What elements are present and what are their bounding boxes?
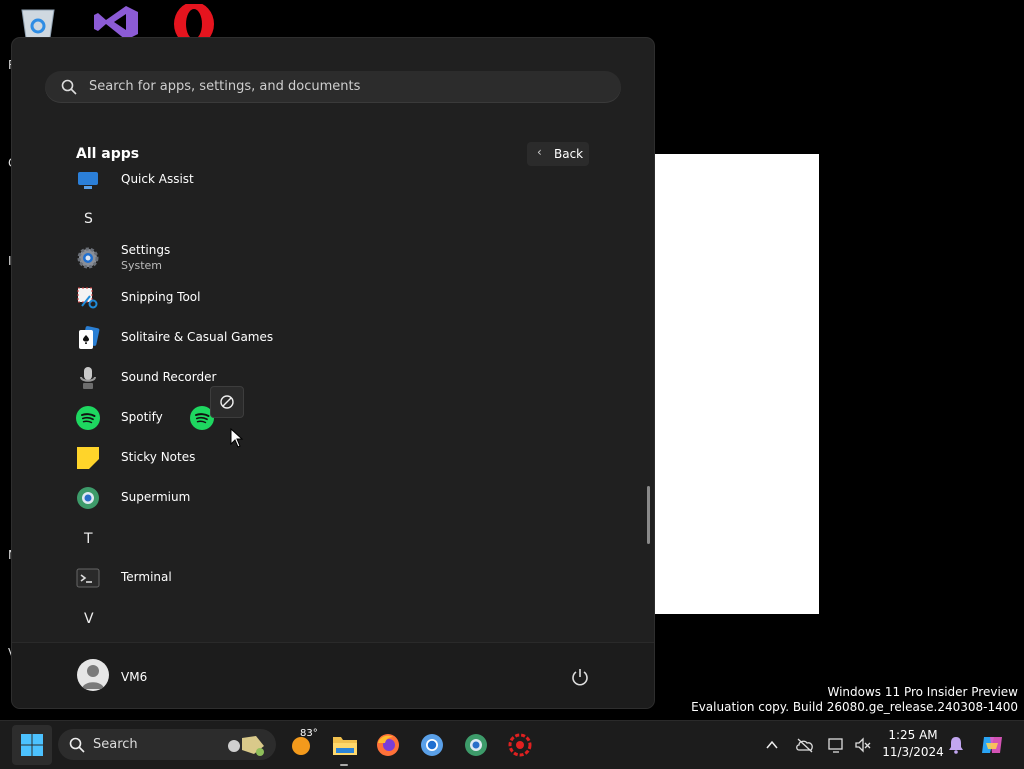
back-button[interactable]: ‹ Back	[527, 142, 589, 166]
search-highlight-icon	[228, 736, 264, 756]
copilot-icon[interactable]	[980, 733, 1004, 757]
solitaire-icon	[79, 326, 100, 349]
spotify-icon	[76, 406, 100, 430]
firefox-icon	[377, 734, 399, 756]
app-item-sticky-notes[interactable]: Sticky Notes	[62, 440, 622, 476]
volume-muted-icon[interactable]	[854, 736, 872, 754]
desktop-label-i: I	[8, 254, 12, 268]
app-subtitle: System	[121, 259, 163, 272]
app-item-solitaire[interactable]: Solitaire & Casual Games	[62, 320, 622, 356]
mouse-cursor-icon	[230, 428, 244, 448]
letter-header-v[interactable]: V	[84, 611, 94, 627]
running-indicator	[340, 764, 348, 766]
app-item-supermium[interactable]: Supermium	[62, 480, 622, 516]
app-item-quick-assist[interactable]: Quick Assist	[62, 168, 622, 198]
letter-header-s[interactable]: S	[84, 211, 93, 227]
background-window[interactable]	[654, 154, 819, 614]
clock-time[interactable]: 1:25 AM	[880, 728, 946, 742]
app-name: Quick Assist	[121, 172, 194, 186]
onedrive-offline-icon[interactable]	[795, 737, 815, 753]
watermark-line1: Windows 11 Pro Insider Preview	[827, 685, 1018, 699]
user-icon	[82, 665, 104, 689]
evaluation-watermark: Windows 11 Pro Insider Preview Evaluatio…	[691, 685, 1018, 715]
app-name: Terminal	[121, 570, 172, 584]
app-name: Snipping Tool	[121, 290, 201, 304]
app-name: Sticky Notes	[121, 450, 196, 464]
all-apps-title: All apps	[76, 146, 140, 162]
start-button[interactable]	[12, 725, 52, 765]
taskbar-search-label: Search	[93, 737, 138, 752]
app-item-spotify[interactable]: Spotify	[62, 400, 622, 436]
app-list-scrollbar[interactable]	[647, 486, 650, 544]
app-item-sound-recorder[interactable]: Sound Recorder	[62, 360, 622, 396]
app-item-terminal[interactable]: Terminal	[62, 560, 622, 596]
no-drop-icon	[220, 395, 234, 409]
supermium-icon	[465, 734, 487, 756]
app-name: Supermium	[121, 490, 191, 504]
microphone-icon	[80, 367, 96, 389]
taskbar: Search 83° 1:25 AM 11/3/2024	[0, 720, 1024, 769]
app-item-snipping-tool[interactable]: Snipping Tool	[62, 280, 622, 316]
firefox-button[interactable]	[368, 725, 408, 765]
snipping-tool-icon	[77, 287, 98, 309]
sticky-notes-icon	[77, 447, 99, 469]
file-explorer-button[interactable]	[324, 725, 364, 765]
power-icon[interactable]	[570, 667, 590, 687]
back-button-label: Back	[554, 147, 584, 161]
user-avatar[interactable]	[77, 659, 109, 691]
search-icon	[69, 737, 85, 753]
settings-gear-icon	[77, 247, 99, 269]
app-name: Sound Recorder	[121, 370, 217, 384]
app-name: Spotify	[121, 410, 163, 424]
weather-temp: 83°	[300, 728, 318, 739]
watermark-line2: Evaluation copy. Build 26080.ge_release.…	[691, 700, 1018, 714]
app-name: Settings	[121, 243, 171, 257]
chrome-icon	[421, 734, 443, 756]
chevron-left-icon: ‹	[537, 145, 542, 159]
search-placeholder: Search for apps, settings, and documents	[89, 79, 361, 94]
folder-icon	[333, 737, 357, 755]
quick-assist-icon	[78, 172, 98, 189]
app-name: Solitaire & Casual Games	[121, 330, 274, 344]
all-apps-list: Quick Assist S Settings System Snipping …	[12, 168, 642, 638]
search-icon	[61, 79, 77, 95]
start-footer: VM6	[12, 642, 654, 708]
supermium-taskbar-button[interactable]	[456, 725, 496, 765]
taskbar-search[interactable]: Search	[58, 729, 276, 760]
notification-bell-icon[interactable]	[948, 736, 964, 754]
start-search-box[interactable]: Search for apps, settings, and documents	[45, 71, 621, 103]
chevron-up-icon[interactable]	[765, 738, 779, 752]
clock-date[interactable]: 11/3/2024	[880, 745, 946, 759]
start-menu: Search for apps, settings, and documents…	[12, 38, 654, 708]
terminal-icon	[76, 568, 100, 588]
app-item-settings[interactable]: Settings System	[62, 240, 622, 276]
user-name[interactable]: VM6	[121, 670, 147, 684]
weather-widget[interactable]: 83°	[284, 725, 324, 765]
red-gear-app-icon	[508, 733, 532, 757]
no-drop-indicator	[210, 386, 244, 418]
windows-logo-icon	[21, 734, 43, 756]
letter-header-t[interactable]: T	[84, 531, 93, 547]
chrome-button[interactable]	[412, 725, 452, 765]
supermium-icon	[77, 487, 99, 509]
red-app-button[interactable]	[500, 725, 540, 765]
network-icon[interactable]	[827, 736, 845, 754]
